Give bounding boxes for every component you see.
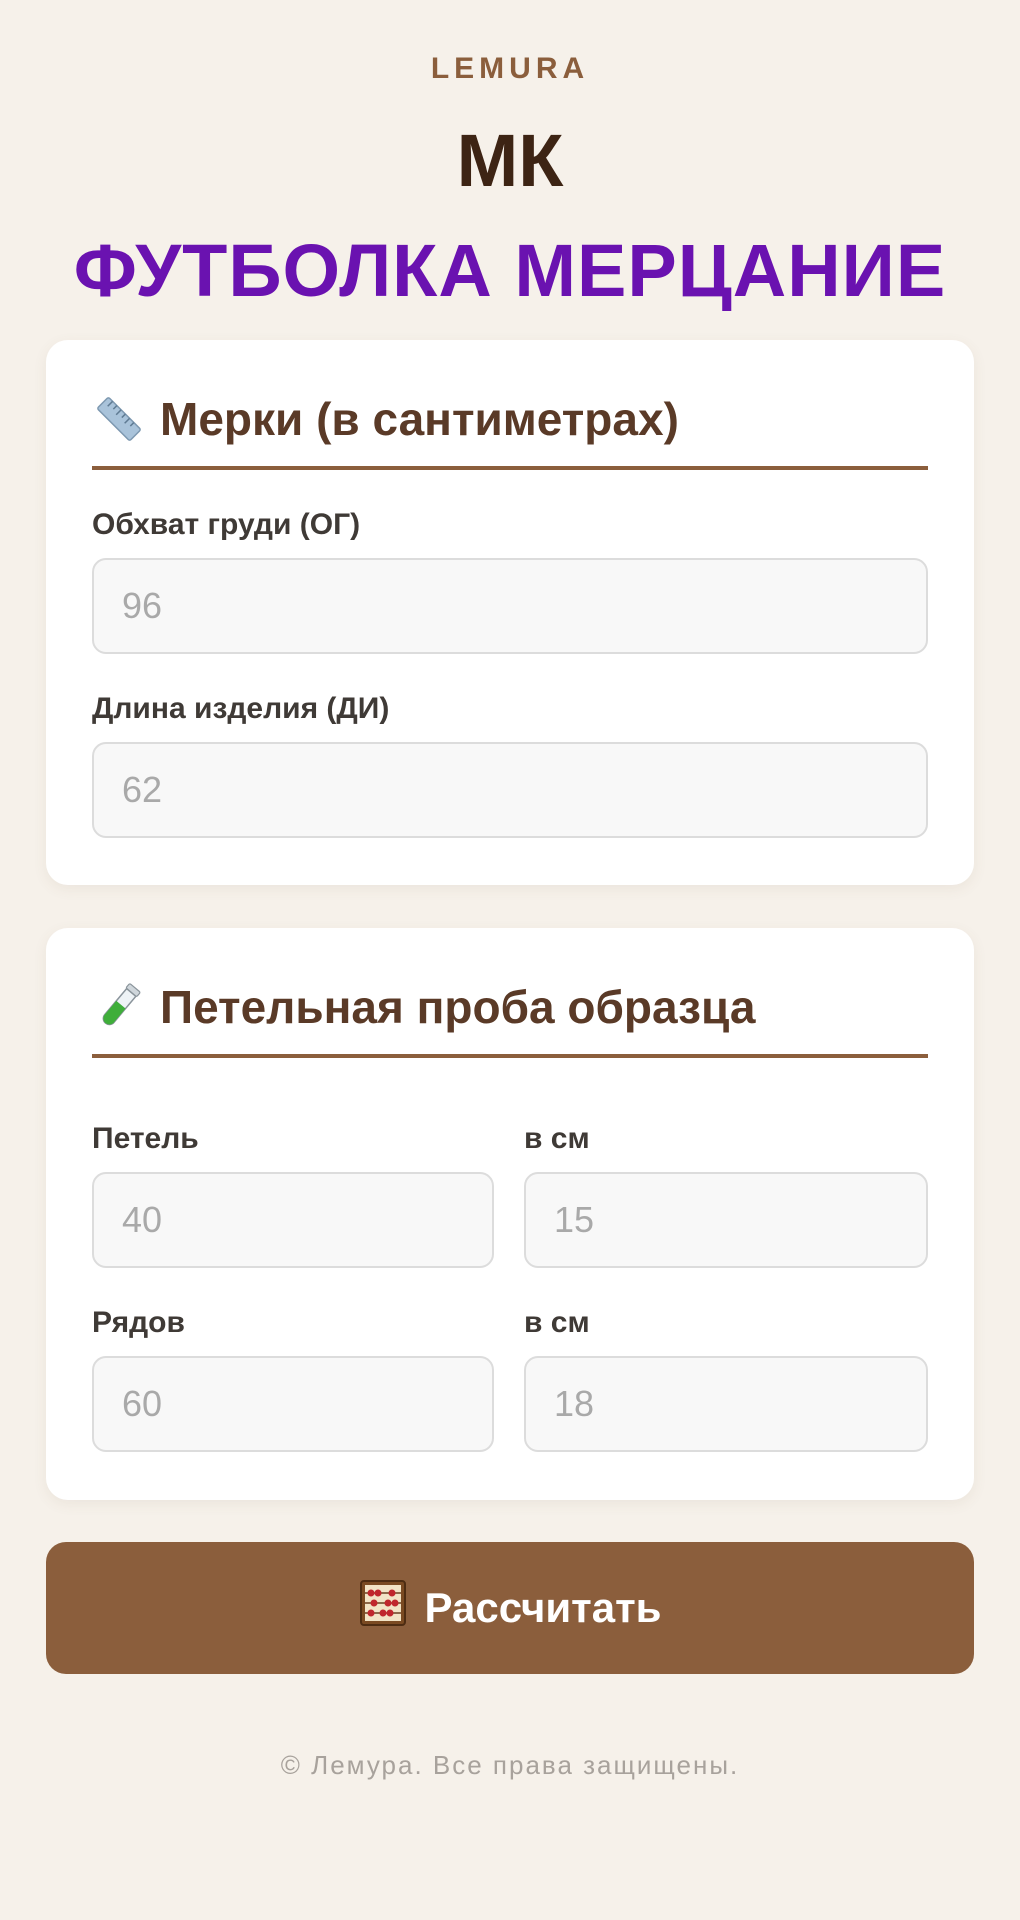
length-label: Длина изделия (ДИ) bbox=[92, 692, 390, 725]
page-title: МК bbox=[456, 119, 564, 202]
footer-copyright: © Лемура. Все права защищены. bbox=[280, 1750, 740, 1780]
product-title: ФУТБОЛКА МЕРЦАНИЕ bbox=[73, 229, 947, 312]
rows-cm-input[interactable] bbox=[524, 1356, 928, 1452]
rows-label: Рядов bbox=[92, 1306, 185, 1339]
ruler-icon bbox=[92, 392, 146, 446]
stitches-label: Петель bbox=[92, 1122, 199, 1155]
abacus-icon bbox=[359, 1579, 407, 1637]
stitches-cm-label: в см bbox=[524, 1122, 590, 1155]
rows-input[interactable] bbox=[92, 1356, 494, 1452]
brand-name: LEMURA bbox=[430, 52, 590, 85]
calculate-button[interactable]: Рассчитать bbox=[46, 1542, 974, 1674]
gauge-heading-text: Петельная проба образца bbox=[160, 981, 756, 1033]
rows-cm-label: в см bbox=[524, 1306, 590, 1339]
chest-label: Обхват груди (ОГ) bbox=[92, 508, 361, 541]
gauge-heading: Петельная проба образца bbox=[92, 980, 928, 1058]
length-input[interactable] bbox=[92, 742, 928, 838]
gauge-card: Петельная проба образца Петель в см Рядо… bbox=[46, 928, 974, 1500]
measurements-heading-text: Мерки (в сантиметрах) bbox=[160, 393, 679, 445]
stitches-input[interactable] bbox=[92, 1172, 494, 1268]
measurements-heading: Мерки (в сантиметрах) bbox=[92, 392, 928, 470]
calculate-button-label: Рассчитать bbox=[424, 1584, 662, 1631]
stitches-cm-input[interactable] bbox=[524, 1172, 928, 1268]
chest-input[interactable] bbox=[92, 558, 928, 654]
test-tube-icon bbox=[92, 980, 146, 1034]
measurements-card: Мерки (в сантиметрах) Обхват груди (ОГ) … bbox=[46, 340, 974, 885]
page: LEMURA МК ФУТБОЛКА МЕРЦАНИЕ Мерки (в сан… bbox=[0, 0, 1020, 1920]
